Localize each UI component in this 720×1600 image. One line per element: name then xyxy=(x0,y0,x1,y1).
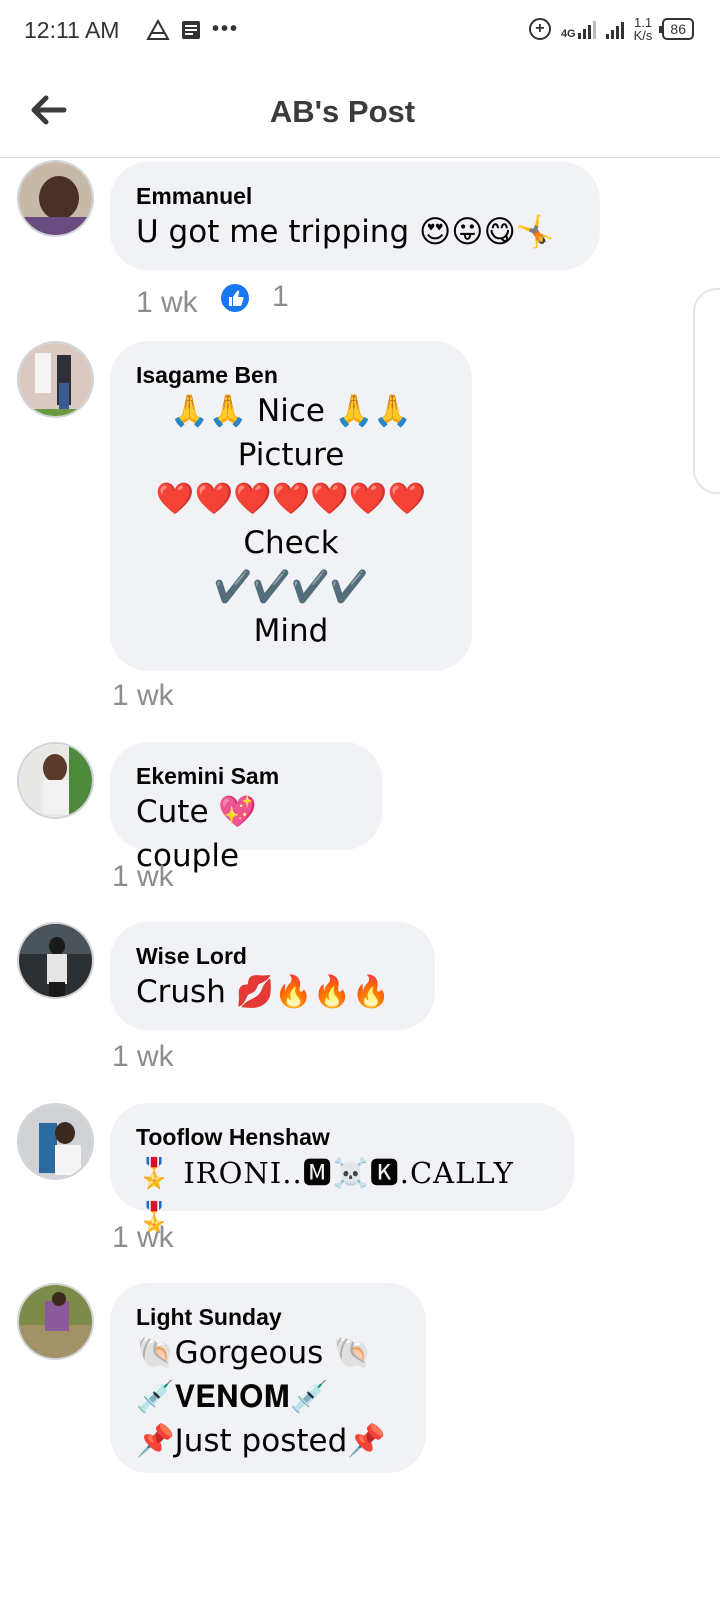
alert-triangle-icon xyxy=(146,18,170,40)
avatar-image xyxy=(19,924,92,997)
avatar-image xyxy=(19,1105,92,1178)
comment-time[interactable]: 1 wk xyxy=(136,286,198,320)
comment-text: 🐚Gorgeous 🐚 💉𝐕𝐄𝐍𝐎𝐌💉 📌Just posted📌 xyxy=(136,1335,386,1459)
status-right-icons: + 4G 1.1 K/s 86 xyxy=(528,16,694,42)
comment-author[interactable]: Emmanuel xyxy=(136,182,574,210)
comment-bubble[interactable]: Ekemini Sam Cute 💖couple xyxy=(110,742,382,874)
network-label: 4G xyxy=(560,28,576,40)
comment-author[interactable]: Isagame Ben xyxy=(136,361,446,389)
comment-bubble[interactable]: Light Sunday 🐚Gorgeous 🐚 💉𝐕𝐄𝐍𝐎𝐌💉 📌Just p… xyxy=(110,1283,426,1473)
signal-4g: 4G xyxy=(560,19,596,40)
comment-author[interactable]: Wise Lord xyxy=(136,942,409,970)
comment-time[interactable]: 1 wk xyxy=(112,1221,174,1255)
comment-text: 🙏🙏 Nice 🙏🙏 Picture ❤️❤️❤️❤️❤️❤️❤️ Check … xyxy=(155,393,427,649)
comment-time[interactable]: 1 wk xyxy=(112,860,174,894)
avatar[interactable] xyxy=(17,1283,94,1360)
battery-icon: 86 xyxy=(659,18,694,40)
comment-author[interactable]: Tooflow Henshaw xyxy=(136,1123,548,1151)
comment-text: 🎖️ IRONI..🅼☠️🅺.CALLY🎖️ xyxy=(136,1156,514,1234)
net-speed: 1.1 K/s xyxy=(634,16,653,42)
avatar[interactable] xyxy=(17,742,94,819)
comment-bubble[interactable]: Wise Lord Crush 💋🔥🔥🔥 xyxy=(110,922,435,1030)
data-saver-icon: + xyxy=(528,18,551,40)
comment-bubble[interactable]: Tooflow Henshaw 🎖️ IRONI..🅼☠️🅺.CALLY🎖️ xyxy=(110,1103,574,1234)
comment-text: Crush 💋🔥🔥🔥 xyxy=(136,974,391,1010)
comment-author[interactable]: Ekemini Sam xyxy=(136,762,356,790)
avatar[interactable] xyxy=(17,1103,94,1180)
comment-author[interactable]: Light Sunday xyxy=(136,1303,400,1331)
like-count[interactable]: 1 xyxy=(272,280,289,314)
avatar[interactable] xyxy=(17,341,94,418)
comment-bubble[interactable]: Emmanuel U got me tripping 😍😛😋🤸 xyxy=(110,162,600,270)
status-time: 12:11 AM xyxy=(24,17,120,43)
avatar-image xyxy=(19,162,92,235)
comment-time[interactable]: 1 wk xyxy=(112,1040,174,1074)
comment-text: U got me tripping 😍😛😋🤸 xyxy=(136,214,555,250)
status-left-icons: ••• xyxy=(146,18,239,41)
side-panel-edge[interactable] xyxy=(693,288,720,494)
like-reaction-icon[interactable] xyxy=(219,282,251,314)
comment-time[interactable]: 1 wk xyxy=(112,679,174,713)
avatar-image xyxy=(19,744,92,817)
status-bar: 12:11 AM ••• + 4G 1.1 K/s 86 xyxy=(0,0,720,64)
avatar[interactable] xyxy=(17,160,94,237)
page-title: AB's Post xyxy=(269,94,416,129)
more-dots-icon: ••• xyxy=(212,18,240,40)
top-app-bar: AB's Post xyxy=(0,64,720,158)
comment-bubble[interactable]: Isagame Ben 🙏🙏 Nice 🙏🙏 Picture ❤️❤️❤️❤️❤… xyxy=(110,341,472,671)
avatar-image xyxy=(19,1285,92,1358)
signal-bars-icon-2 xyxy=(605,19,624,39)
net-speed-unit: K/s xyxy=(633,28,653,43)
avatar[interactable] xyxy=(17,922,94,999)
message-icon xyxy=(182,20,200,39)
signal-bars-icon xyxy=(577,19,596,39)
avatar-image xyxy=(19,343,92,416)
